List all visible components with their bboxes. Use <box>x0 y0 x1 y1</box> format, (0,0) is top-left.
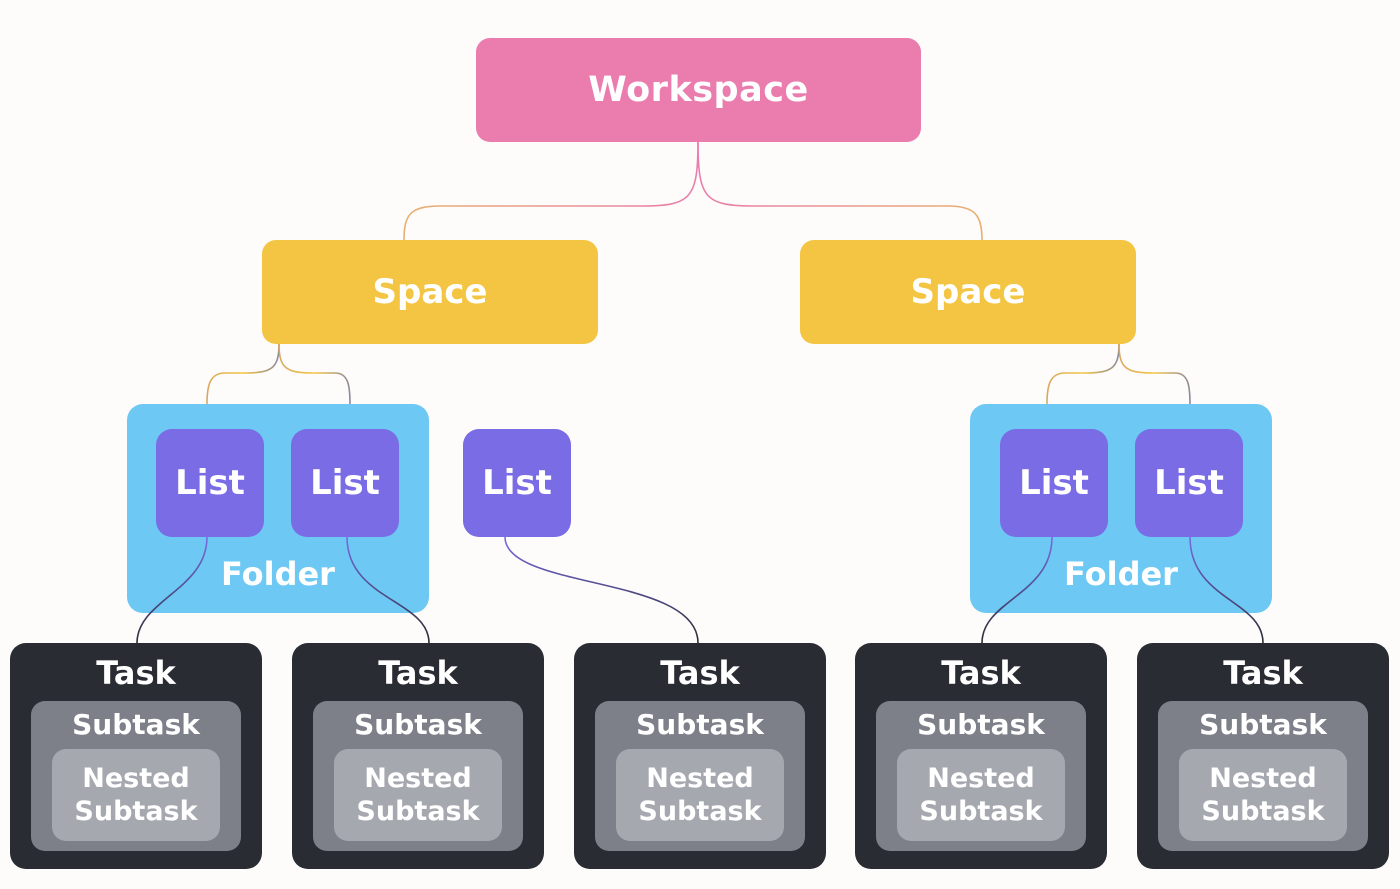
link-space-right-folder-right <box>1046 343 1120 405</box>
subtask-node: Subtask Nested Subtask <box>313 701 523 851</box>
space-label: Space <box>372 272 488 312</box>
subtask-label: Subtask <box>354 708 482 741</box>
list-node-folder-left-2: List <box>291 429 399 537</box>
subtask-node: Subtask Nested Subtask <box>595 701 805 851</box>
list-node-standalone: List <box>463 429 571 537</box>
task-node: Task Subtask Nested Subtask <box>1137 643 1389 869</box>
list-label: List <box>1154 463 1224 503</box>
task-node: Task Subtask Nested Subtask <box>855 643 1107 869</box>
link-workspace-space-left <box>403 141 699 241</box>
link-space-left-folder-left <box>206 343 280 405</box>
link-space-left-folder-left-b <box>278 343 351 405</box>
nested-subtask-node: Nested Subtask <box>616 749 784 841</box>
space-label: Space <box>910 272 1026 312</box>
task-node: Task Subtask Nested Subtask <box>10 643 262 869</box>
subtask-node: Subtask Nested Subtask <box>876 701 1086 851</box>
subtask-node: Subtask Nested Subtask <box>1158 701 1368 851</box>
space-node-right: Space <box>800 240 1136 344</box>
space-node-left: Space <box>262 240 598 344</box>
link-list-task-3 <box>504 536 699 644</box>
task-label: Task <box>96 654 176 692</box>
task-label: Task <box>941 654 1021 692</box>
workspace-node: Workspace <box>476 38 921 142</box>
task-label: Task <box>1223 654 1303 692</box>
list-label: List <box>482 463 552 503</box>
subtask-label: Subtask <box>636 708 764 741</box>
link-list-task-1 <box>136 536 208 644</box>
list-label: List <box>310 463 380 503</box>
task-node: Task Subtask Nested Subtask <box>292 643 544 869</box>
nested-subtask-node: Nested Subtask <box>1179 749 1347 841</box>
list-label: List <box>1019 463 1089 503</box>
link-list-task-2 <box>346 536 430 644</box>
list-node-folder-left-1: List <box>156 429 264 537</box>
subtask-label: Subtask <box>72 708 200 741</box>
link-list-task-5 <box>1189 536 1264 644</box>
list-label: List <box>175 463 245 503</box>
task-label: Task <box>378 654 458 692</box>
nested-subtask-node: Nested Subtask <box>52 749 220 841</box>
workspace-label: Workspace <box>588 70 809 110</box>
list-node-folder-right-1: List <box>1000 429 1108 537</box>
task-label: Task <box>660 654 740 692</box>
nested-subtask-node: Nested Subtask <box>897 749 1065 841</box>
link-list-task-4 <box>981 536 1053 644</box>
task-node: Task Subtask Nested Subtask <box>574 643 826 869</box>
list-node-folder-right-2: List <box>1135 429 1243 537</box>
subtask-label: Subtask <box>1199 708 1327 741</box>
subtask-label: Subtask <box>917 708 1045 741</box>
link-workspace-space-right <box>697 141 983 241</box>
nested-subtask-node: Nested Subtask <box>334 749 502 841</box>
link-space-right-folder-right-b <box>1118 343 1191 405</box>
subtask-node: Subtask Nested Subtask <box>31 701 241 851</box>
